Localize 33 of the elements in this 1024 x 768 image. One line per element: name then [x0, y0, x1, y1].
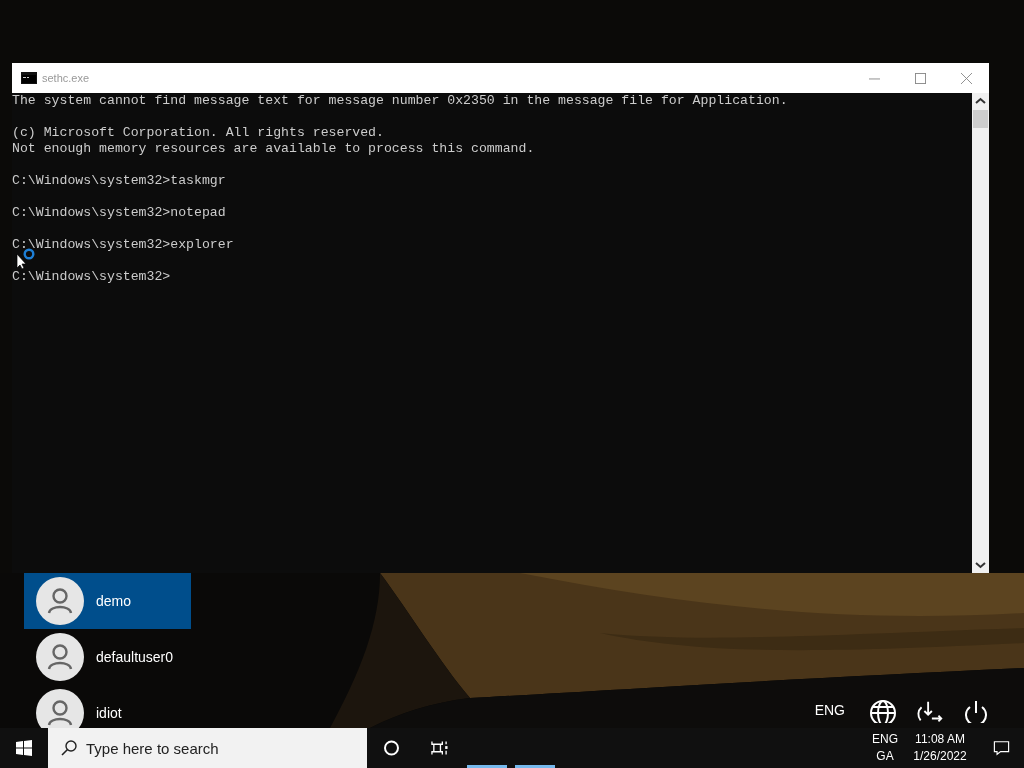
console-line: C:\Windows\system32>taskmgr [12, 173, 227, 189]
maximize-icon [914, 72, 926, 84]
console-line: C:\Windows\system32> [12, 269, 172, 285]
console-icon [21, 72, 37, 84]
user-name: idiot [96, 705, 122, 721]
scroll-thumb[interactable] [973, 110, 988, 128]
avatar-icon [36, 633, 84, 681]
user-account-item[interactable]: idiot [24, 685, 191, 728]
scrollbar[interactable] [972, 93, 989, 573]
user-name: defaultuser0 [96, 649, 174, 665]
user-name: demo [96, 593, 132, 609]
avatar-icon [36, 689, 84, 728]
search-field[interactable]: Type here to search [48, 728, 367, 768]
console-line: C:\Windows\system32>notepad [12, 205, 227, 221]
search-icon [61, 740, 77, 756]
circle-icon [382, 740, 400, 756]
user-account-item[interactable]: defaultuser0 [24, 629, 191, 685]
user-account-item[interactable]: demo [24, 573, 191, 629]
console-line: (c) Microsoft Corporation. All rights reserved. [12, 125, 385, 141]
language-indicator[interactable]: ENG [814, 702, 845, 718]
console-line: Not enough memory resources are available to process this command. [12, 141, 536, 157]
input-language-button[interactable]: ENG GA [868, 728, 902, 768]
clock-button[interactable]: 11:08 AM 1/26/2022 [902, 728, 978, 768]
avatar-icon [36, 577, 84, 625]
windows-logo-icon [16, 740, 32, 756]
console-line: The system cannot find message text for message number 0x2350 in the message file for Application. [12, 93, 789, 109]
window-title: sethc.exe [42, 72, 90, 84]
close-icon [960, 72, 972, 84]
speech-bubble-icon [992, 740, 1010, 756]
network-icon[interactable] [869, 699, 899, 723]
task-view-icon [430, 740, 448, 756]
accessibility-icon[interactable] [915, 699, 945, 723]
console-line: C:\Windows\system32>explorer [12, 237, 235, 253]
